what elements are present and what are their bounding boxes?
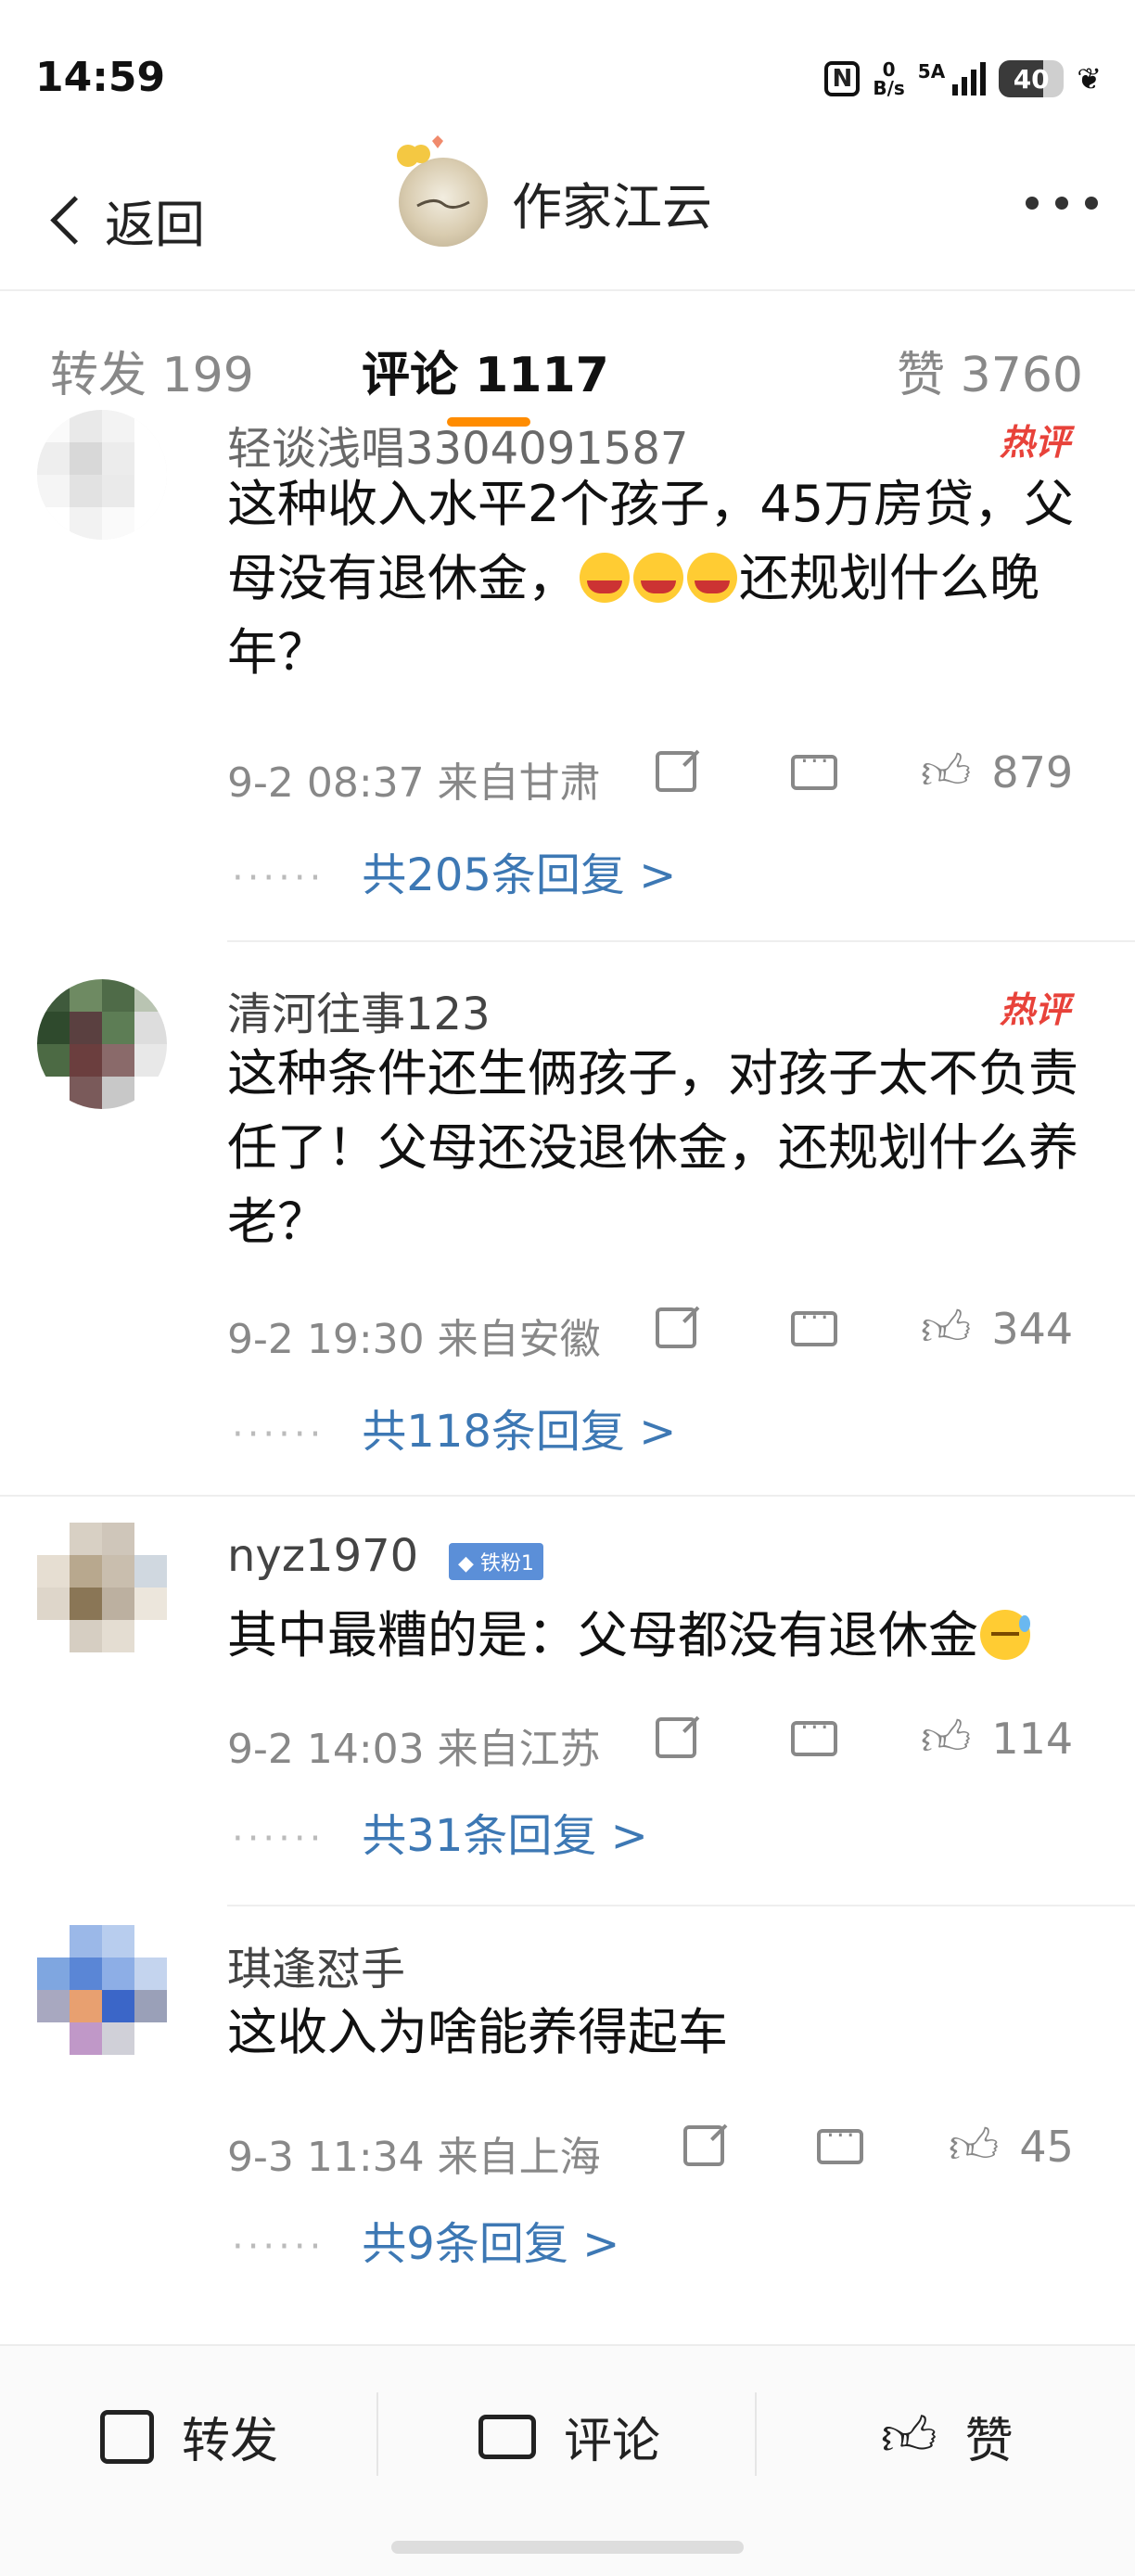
top-nav: 返回 作家江云 xyxy=(0,135,1135,287)
username[interactable]: 琪逢怼手 xyxy=(227,1932,405,1997)
view-replies-link[interactable]: ······ 共31条回复 > xyxy=(232,1799,648,1864)
forward-button[interactable]: 转发 xyxy=(100,2402,278,2471)
comment-button[interactable]: 评论 xyxy=(478,2402,660,2471)
avatar xyxy=(37,410,167,540)
like-button[interactable]: 👍︎ 879 xyxy=(921,744,1073,801)
back-button[interactable]: 返回 xyxy=(46,184,205,257)
status-time: 14:59 xyxy=(35,54,166,101)
comment-meta: 9-2 08:37 来自甘肃 👍︎879 xyxy=(227,744,1080,807)
share-icon[interactable] xyxy=(683,2125,724,2166)
status-icons: N 0 B/s 5A 40 ❦ xyxy=(824,56,1102,102)
comment-icon[interactable] xyxy=(791,746,837,790)
like-icon: 👍︎ xyxy=(921,1711,972,1766)
comment-datetime: 9-2 19:30 来自安徽 xyxy=(227,1316,601,1363)
like-icon: 👍︎ xyxy=(921,1301,972,1357)
comment-icon[interactable] xyxy=(817,2120,863,2164)
comment-meta: 9-2 14:03 来自江苏 👍︎114 xyxy=(227,1710,1080,1773)
comment-text: 其中最糟的是：父母都没有退休金 xyxy=(227,1599,1099,1673)
like-button[interactable]: 👍︎ 344 xyxy=(921,1300,1073,1358)
like-icon: 👍︎ xyxy=(921,745,972,800)
comment-text: 这收入为啥能养得起车 xyxy=(227,2003,728,2061)
author-avatar xyxy=(397,135,488,247)
comment-item: nyz1970 ◆ 铁粉1 其中最糟的是：父母都没有退休金 9-2 14:03 … xyxy=(0,1497,1135,1906)
status-bar: 14:59 N 0 B/s 5A 40 ❦ xyxy=(0,0,1135,139)
more-icon[interactable] xyxy=(1026,197,1098,210)
comment-item: 清河往事123 热评 这种条件还生俩孩子，对孩子太不负责任了！父母还没退休金，还… xyxy=(0,944,1135,1497)
like-icon: 👍︎ xyxy=(949,2119,1000,2174)
signal-icon: 5A xyxy=(918,62,987,96)
like-button[interactable]: 👍︎ 114 xyxy=(921,1710,1073,1767)
comment-item: 轻谈浅唱3304091587 热评 这种收入水平2个孩子，45万房贷，父母没有退… xyxy=(0,410,1135,944)
battery-icon: 40 xyxy=(999,60,1065,97)
username[interactable]: 清河往事123 xyxy=(227,977,491,1042)
nfc-icon: N xyxy=(824,61,861,96)
avatar xyxy=(37,1523,167,1652)
comment-item: 琪逢怼手 这收入为啥能养得起车 9-3 11:34 来自上海 👍︎45 ····… xyxy=(0,1906,1135,2315)
avatar-decoration-icon xyxy=(397,135,443,167)
sweat-emoji-icon xyxy=(980,1610,1030,1661)
username[interactable]: nyz1970 xyxy=(227,1530,418,1582)
share-icon[interactable] xyxy=(656,1717,696,1758)
view-replies-link[interactable]: ······ 共205条回复 > xyxy=(232,838,676,903)
back-chevron-icon xyxy=(50,196,99,245)
tab-comment[interactable]: 评论 1117 xyxy=(362,336,609,405)
comment-text: 这种条件还生俩孩子，对孩子太不负责任了！父母还没退休金，还规划什么养老？ xyxy=(227,1044,1078,1251)
view-replies-link[interactable]: ······ 共9条回复 > xyxy=(232,2207,619,2272)
comment-text: 这种收入水平2个孩子，45万房贷，父母没有退休金， 还规划什么晚年？ xyxy=(227,475,1075,682)
comment-datetime: 9-3 11:34 来自上海 xyxy=(227,2134,601,2181)
tab-bar: 转发 199 评论 1117 赞 3760 xyxy=(0,289,1135,430)
laugh-cry-emoji-icon xyxy=(633,553,683,604)
share-icon[interactable] xyxy=(656,751,696,792)
avatar xyxy=(37,979,167,1109)
comment-datetime: 9-2 14:03 来自江苏 xyxy=(227,1726,601,1773)
divider xyxy=(227,940,1135,942)
laugh-cry-emoji-icon xyxy=(687,553,737,604)
comment-meta: 9-2 19:30 来自安徽 👍︎344 xyxy=(227,1300,1080,1363)
home-indicator[interactable] xyxy=(391,2541,744,2554)
hot-comment-badge: 热评 xyxy=(999,989,1070,1030)
tab-forward[interactable]: 转发 199 xyxy=(50,336,254,405)
page-title: 作家江云 xyxy=(512,177,712,236)
author-title[interactable]: 作家江云 xyxy=(397,135,712,247)
share-icon[interactable] xyxy=(656,1307,696,1348)
comment-icon[interactable] xyxy=(791,1302,837,1346)
back-label: 返回 xyxy=(105,196,205,254)
leaf-icon: ❦ xyxy=(1077,61,1102,96)
avatar xyxy=(37,1925,167,2055)
comment-meta: 9-3 11:34 来自上海 👍︎45 xyxy=(227,2118,1080,2181)
like-button[interactable]: 👍︎ 赞 xyxy=(881,2402,1014,2471)
tab-like[interactable]: 赞 3760 xyxy=(897,336,1083,405)
comment-icon[interactable] xyxy=(791,1712,837,1756)
hot-comment-badge: 热评 xyxy=(999,422,1070,463)
like-icon: 👍︎ xyxy=(881,2404,937,2468)
comment-icon xyxy=(478,2414,536,2459)
like-button[interactable]: 👍︎ 45 xyxy=(949,2118,1074,2175)
laugh-cry-emoji-icon xyxy=(580,553,630,604)
network-speed: 0 B/s xyxy=(873,58,905,99)
comment-datetime: 9-2 08:37 来自甘肃 xyxy=(227,759,601,807)
share-icon xyxy=(100,2409,154,2464)
fan-badge: ◆ 铁粉1 xyxy=(449,1543,543,1580)
view-replies-link[interactable]: ······ 共118条回复 > xyxy=(232,1395,676,1460)
